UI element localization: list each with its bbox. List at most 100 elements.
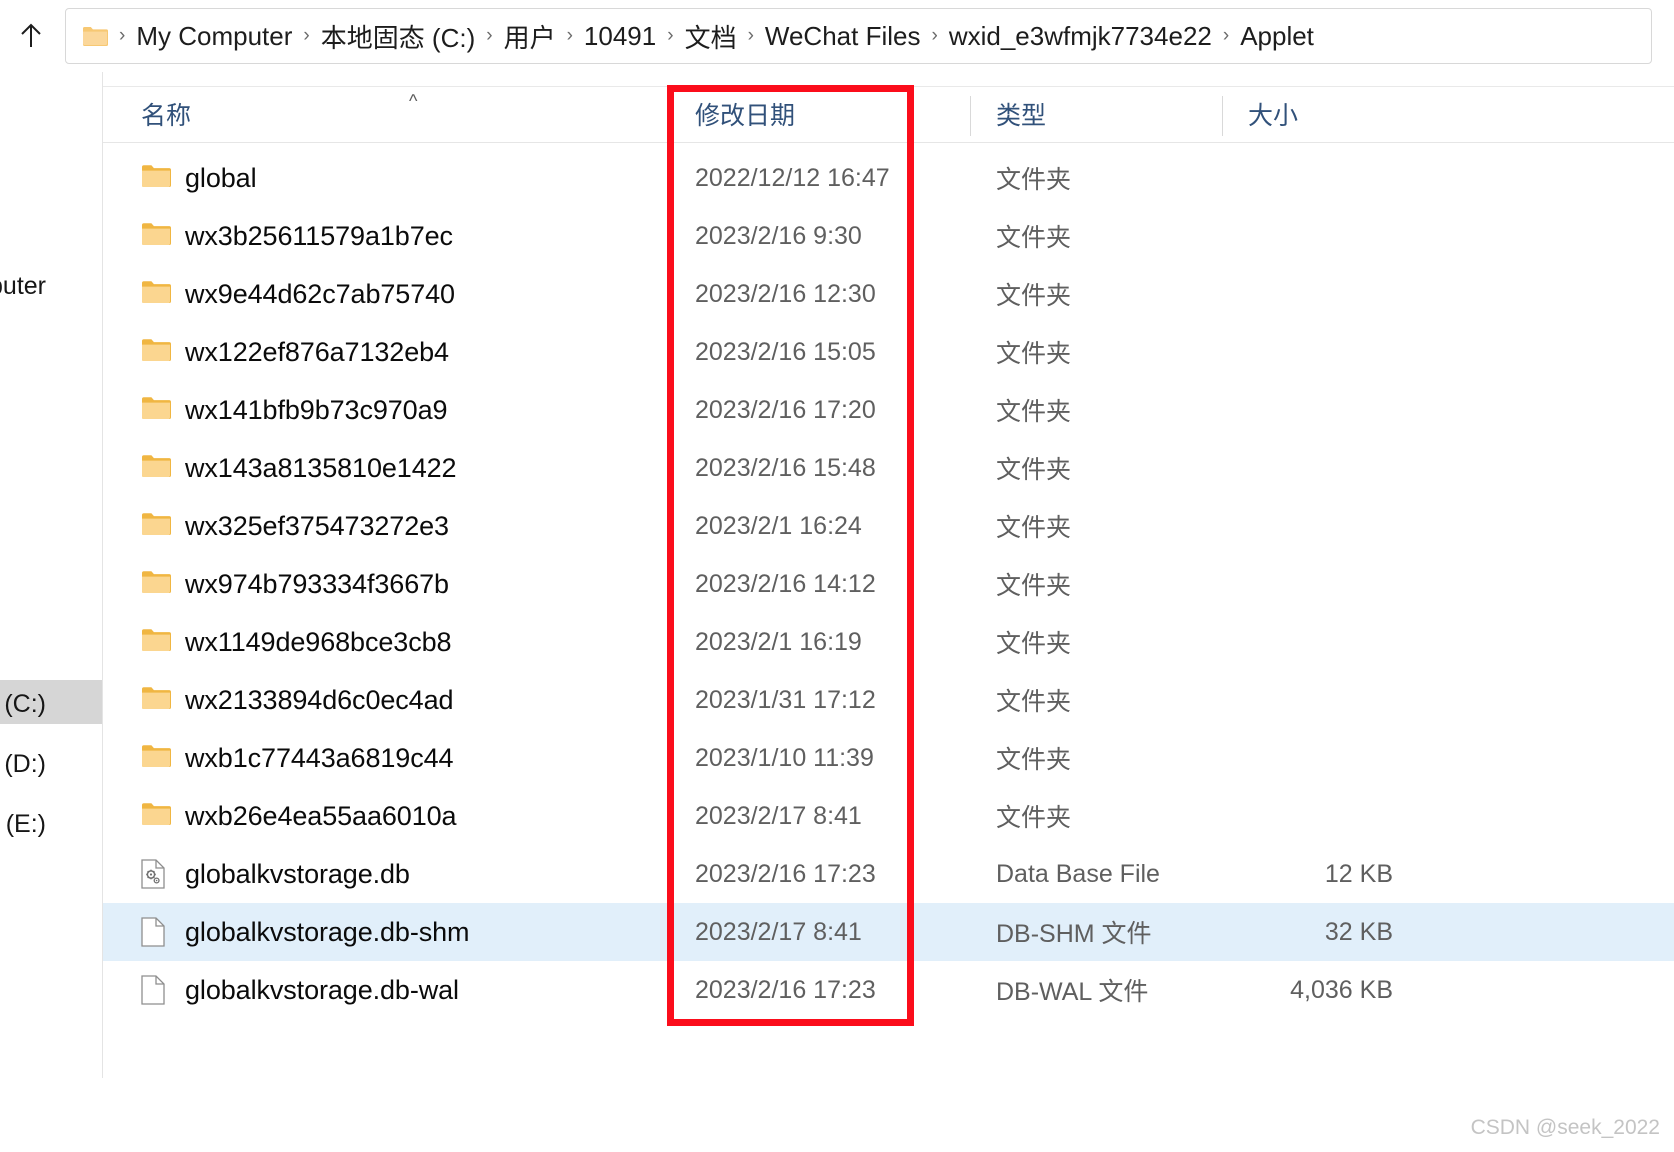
breadcrumb-item-0[interactable]: My Computer: [132, 21, 296, 52]
cell-modified-date: 2023/2/16 9:30: [695, 221, 862, 250]
cell-name[interactable]: wx9e44d62c7ab75740: [141, 265, 455, 323]
table-row[interactable]: wx9e44d62c7ab75740 2023/2/16 12:30 文件夹: [103, 265, 1674, 323]
table-row[interactable]: wx143a8135810e1422 2023/2/16 15:48 文件夹: [103, 439, 1674, 497]
cell-name[interactable]: globalkvstorage.db-shm: [141, 903, 470, 961]
column-header-size[interactable]: 大小: [1248, 86, 1298, 142]
breadcrumb[interactable]: › My Computer › 本地固态 (C:) › 用户 › 10491 ›…: [65, 8, 1652, 64]
cell-name[interactable]: wxb26e4ea55aa6010a: [141, 787, 457, 845]
cell-size: 4,036 KB: [1290, 975, 1393, 1004]
cell-modified-date: 2023/2/17 8:41: [695, 801, 862, 830]
table-row[interactable]: wxb1c77443a6819c44 2023/1/10 11:39 文件夹: [103, 729, 1674, 787]
cell-modified-date: 2023/2/16 17:23: [695, 859, 876, 888]
file-name-label: wx141bfb9b73c970a9: [185, 394, 448, 425]
cell-name[interactable]: wxb1c77443a6819c44: [141, 729, 454, 787]
blank-file-icon: [141, 975, 171, 1005]
table-row[interactable]: globalkvstorage.db 2023/2/16 17:23 Data Ba…: [103, 845, 1674, 903]
cell-name[interactable]: global: [141, 149, 257, 207]
folder-icon: [141, 395, 171, 425]
cell-name[interactable]: wx3b25611579a1b7ec: [141, 207, 453, 265]
up-one-level-button[interactable]: [0, 5, 62, 67]
table-row[interactable]: globalkvstorage.db-shm 2023/2/17 8:41 DB-S…: [103, 903, 1674, 961]
address-bar: › My Computer › 本地固态 (C:) › 用户 › 10491 ›…: [0, 0, 1674, 72]
cell-modified-date: 2023/2/17 8:41: [695, 917, 862, 946]
cell-size: 12 KB: [1324, 859, 1393, 888]
cell-type: 文件夹: [996, 746, 1072, 774]
column-divider-size[interactable]: [1222, 96, 1223, 136]
table-row[interactable]: wx122ef876a7132eb4 2023/2/16 15:05 文件夹: [103, 323, 1674, 381]
table-row[interactable]: wxb26e4ea55aa6010a 2023/2/17 8:41 文件夹: [103, 787, 1674, 845]
arrow-up-icon: [21, 23, 41, 47]
folder-icon: [141, 627, 171, 657]
column-header-name[interactable]: 名称: [141, 86, 191, 142]
cell-name[interactable]: wx1149de968bce3cb8: [141, 613, 452, 671]
folder-icon: [141, 569, 171, 599]
cell-modified-date: 2023/2/16 15:05: [695, 337, 876, 366]
cell-type: Data Base File: [996, 859, 1160, 888]
cell-name[interactable]: wx143a8135810e1422: [141, 439, 457, 497]
breadcrumb-item-5[interactable]: WeChat Files: [761, 21, 925, 52]
cell-modified-date: 2023/2/16 12:30: [695, 279, 876, 308]
cell-name[interactable]: wx2133894d6c0ec4ad: [141, 671, 454, 729]
table-row[interactable]: wx974b793334f3667b 2023/2/16 14:12 文件夹: [103, 555, 1674, 613]
file-name-label: globalkvstorage.db-wal: [185, 974, 459, 1005]
nav-item-3[interactable]: ...态 (E:): [0, 800, 102, 844]
table-row[interactable]: wx141bfb9b73c970a9 2023/2/16 17:20 文件夹: [103, 381, 1674, 439]
table-row[interactable]: wx1149de968bce3cb8 2023/2/1 16:19 文件夹: [103, 613, 1674, 671]
cell-size: [1163, 149, 1393, 207]
cell-name[interactable]: globalkvstorage.db: [141, 845, 410, 903]
cell-name[interactable]: wx974b793334f3667b: [141, 555, 449, 613]
breadcrumb-item-7[interactable]: Applet: [1236, 21, 1318, 52]
folder-icon: [141, 163, 171, 193]
breadcrumb-item-4[interactable]: 文档: [681, 18, 741, 55]
cell-size: [1163, 671, 1393, 729]
nav-item-1[interactable]: ...态 (C:): [0, 680, 102, 724]
cell-type: 文件夹: [996, 166, 1072, 194]
folder-icon: [141, 453, 171, 483]
breadcrumb-item-1[interactable]: 本地固态 (C:): [317, 18, 480, 55]
cell-name[interactable]: wx325ef375473272e3: [141, 497, 449, 555]
blank-file-icon: [141, 917, 171, 947]
cell-size: [1163, 381, 1393, 439]
watermark-text: CSDN @seek_2022: [1470, 1116, 1660, 1139]
column-header-row: 名称 修改日期 类型 大小 ^: [103, 86, 1674, 143]
breadcrumb-item-6[interactable]: wxid_e3wfmjk7734e22: [945, 21, 1216, 52]
column-divider-type[interactable]: [970, 96, 971, 136]
breadcrumb-item-2[interactable]: 用户: [500, 18, 560, 55]
column-divider-date[interactable]: [669, 96, 670, 136]
cell-modified-date: 2023/1/31 17:12: [695, 685, 876, 714]
folder-icon: [141, 743, 171, 773]
cell-size: [1163, 207, 1393, 265]
table-row[interactable]: wx2133894d6c0ec4ad 2023/1/31 17:12 文件夹: [103, 671, 1674, 729]
file-name-label: wx2133894d6c0ec4ad: [185, 684, 454, 715]
nav-item-label: ...puter: [0, 271, 46, 300]
file-name-label: globalkvstorage.db-shm: [185, 916, 470, 947]
breadcrumb-separator: ›: [1222, 25, 1230, 46]
column-header-type[interactable]: 类型: [996, 86, 1046, 142]
cell-modified-date: 2023/1/10 11:39: [695, 743, 874, 772]
header-top-divider: [103, 86, 1674, 87]
file-name-label: wx9e44d62c7ab75740: [185, 278, 455, 309]
cell-name[interactable]: globalkvstorage.db-wal: [141, 961, 459, 1019]
file-name-label: wx974b793334f3667b: [185, 568, 449, 599]
cell-size: [1163, 555, 1393, 613]
cell-type: 文件夹: [996, 804, 1072, 832]
cell-name[interactable]: wx141bfb9b73c970a9: [141, 381, 448, 439]
column-header-date[interactable]: 修改日期: [695, 86, 795, 142]
nav-item-2[interactable]: ...态 (D:): [0, 740, 102, 784]
breadcrumb-item-3[interactable]: 10491: [580, 21, 660, 52]
table-row[interactable]: wx3b25611579a1b7ec 2023/2/16 9:30 文件夹: [103, 207, 1674, 265]
table-row[interactable]: global 2022/12/12 16:47 文件夹: [103, 149, 1674, 207]
breadcrumb-separator: ›: [931, 25, 938, 46]
table-row[interactable]: wx325ef375473272e3 2023/2/1 16:24 文件夹: [103, 497, 1674, 555]
cell-size: [1163, 265, 1393, 323]
breadcrumb-separator: ›: [566, 25, 573, 46]
cell-modified-date: 2023/2/16 15:48: [695, 453, 876, 482]
cell-size: 32 KB: [1324, 917, 1393, 946]
cell-name[interactable]: wx122ef876a7132eb4: [141, 323, 449, 381]
cell-type: 文件夹: [996, 398, 1072, 426]
breadcrumb-separator: ›: [486, 25, 493, 46]
table-row[interactable]: globalkvstorage.db-wal 2023/2/16 17:23 DB-…: [103, 961, 1674, 1019]
nav-item-0[interactable]: ...puter: [0, 264, 102, 308]
file-name-label: wx3b25611579a1b7ec: [185, 220, 453, 251]
nav-item-label: ...态 (E:): [0, 810, 46, 838]
